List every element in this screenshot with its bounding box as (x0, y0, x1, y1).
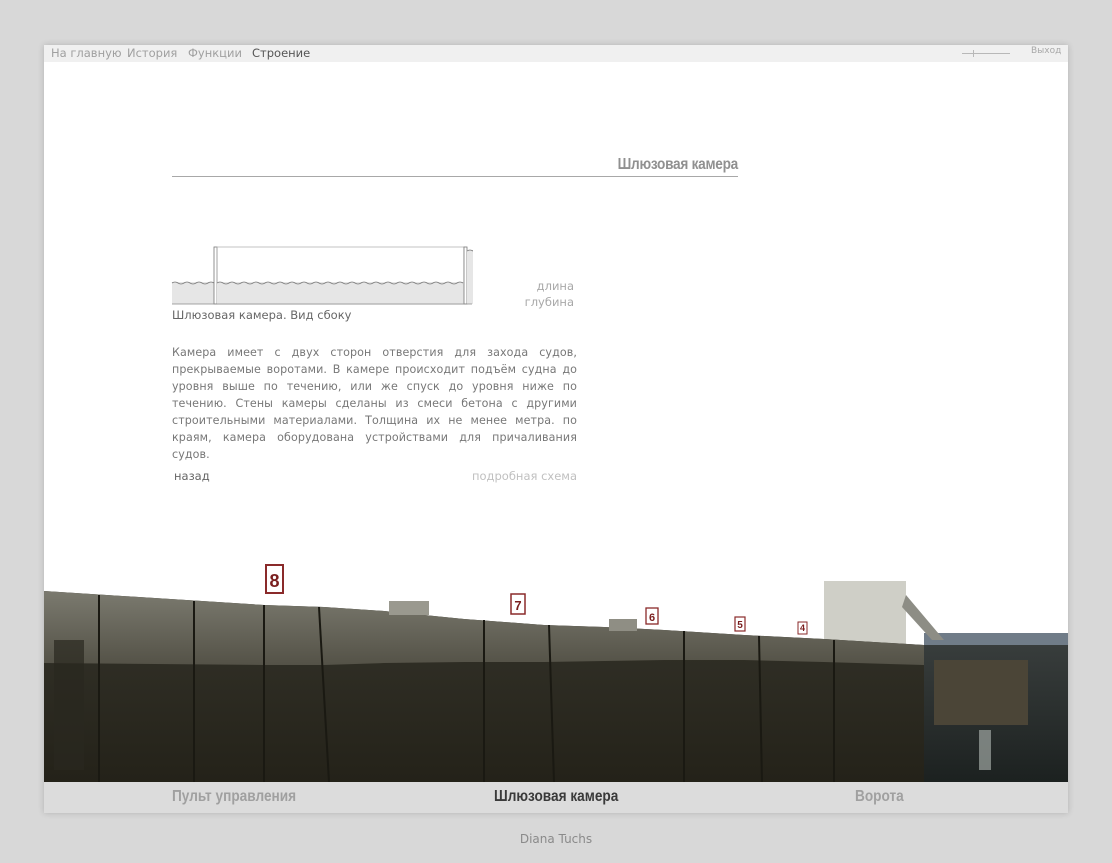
chamber-water (217, 282, 464, 304)
nav-structure-link[interactable]: Строение (252, 45, 310, 62)
page-title: Шлюзовая камера (617, 156, 739, 173)
title-divider (172, 176, 738, 177)
water-spill (979, 730, 991, 770)
lock-wall-photo: 8 7 6 5 4 (44, 564, 1068, 782)
author-credit: Diana Tuchs (519, 832, 593, 846)
sign-4-number: 4 (800, 623, 805, 633)
tower-crane (902, 595, 944, 640)
upstream-water (467, 250, 473, 304)
legend-depth[interactable]: глубина (484, 295, 574, 309)
nav-functions-link[interactable]: Функции (188, 45, 242, 62)
legend-length[interactable]: длина (484, 279, 574, 293)
nav-lock-chamber-current[interactable]: Шлюзовая камера (494, 788, 618, 806)
description-text: Камера имеет с двух сторон отверстия для… (172, 346, 577, 461)
volume-slider-handle[interactable] (973, 50, 974, 57)
nav-control-panel-link[interactable]: Пульт управления (172, 788, 296, 806)
bridge-railing (924, 633, 1068, 645)
lock-gate (934, 660, 1028, 725)
sign-7-number: 7 (514, 598, 521, 613)
nav-home-link[interactable]: На главную (51, 45, 122, 62)
bottom-navigation: Пульт управления Шлюзовая камера Ворота (44, 782, 1068, 813)
nav-history-link[interactable]: История (127, 45, 177, 62)
sign-8-number: 8 (269, 571, 279, 591)
lower-gate (213, 246, 218, 305)
lock-chamber-diagram (171, 246, 473, 305)
downstream-water (172, 282, 214, 304)
upper-gate (463, 246, 468, 305)
exit-link[interactable]: Выход (1031, 45, 1061, 60)
diagram-caption: Шлюзовая камера. Вид сбоку (172, 308, 352, 322)
volume-slider-track[interactable] (962, 53, 1010, 54)
sign-6-number: 6 (649, 612, 655, 624)
detailed-scheme-link[interactable]: подробная схема (444, 469, 577, 483)
page-frame: На главную История Функции Строение Выхо… (44, 45, 1068, 813)
back-link[interactable]: назад (174, 469, 210, 483)
wall-ladder (54, 640, 84, 770)
sign-5-number: 5 (737, 620, 743, 631)
bollard-block (389, 601, 429, 615)
nav-gates-link[interactable]: Ворота (855, 788, 904, 806)
top-navigation: На главную История Функции Строение Выхо… (44, 45, 1068, 62)
bollard-block (609, 619, 637, 631)
